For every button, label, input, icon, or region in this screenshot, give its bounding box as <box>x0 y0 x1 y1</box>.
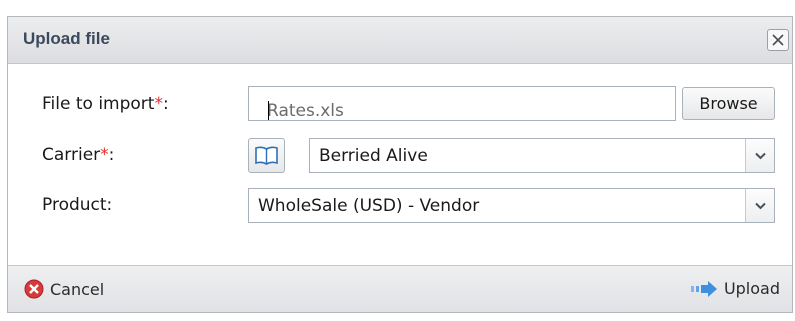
cancel-label: Cancel <box>50 279 105 299</box>
dialog-titlebar: Upload file <box>8 17 792 64</box>
product-dropdown-arrow[interactable] <box>745 189 774 222</box>
product-value: WholeSale (USD) - Vendor <box>258 196 480 216</box>
file-to-import-label: File to import*: <box>42 94 169 114</box>
cancel-icon <box>24 279 44 299</box>
text-caret <box>268 101 269 120</box>
dialog-footer: Cancel Upload <box>8 265 792 312</box>
carrier-label: Carrier*: <box>42 145 115 165</box>
upload-label: Upload <box>723 279 780 298</box>
product-label: Product: <box>42 195 113 215</box>
close-button[interactable] <box>767 29 789 51</box>
required-mark: * <box>100 145 109 165</box>
carrier-lookup-button[interactable] <box>248 138 285 173</box>
carrier-value: Berried Alive <box>319 146 428 166</box>
carrier-dropdown-arrow[interactable] <box>745 139 774 172</box>
chevron-down-icon <box>755 202 766 210</box>
required-mark: * <box>154 94 163 114</box>
upload-button[interactable]: Upload <box>690 279 780 298</box>
carrier-select[interactable]: Berried Alive <box>309 138 775 173</box>
upload-file-dialog: Upload file File to import*: Rates.xls B… <box>7 16 793 313</box>
chevron-down-icon <box>755 152 766 160</box>
browse-button[interactable]: Browse <box>682 87 775 120</box>
cancel-button[interactable]: Cancel <box>24 279 104 299</box>
dialog-title: Upload file <box>23 29 110 48</box>
close-icon <box>772 34 784 46</box>
upload-arrow-icon <box>690 280 717 297</box>
product-select[interactable]: WholeSale (USD) - Vendor <box>248 188 775 223</box>
file-path-input[interactable]: Rates.xls <box>248 86 676 121</box>
book-icon <box>255 146 278 165</box>
